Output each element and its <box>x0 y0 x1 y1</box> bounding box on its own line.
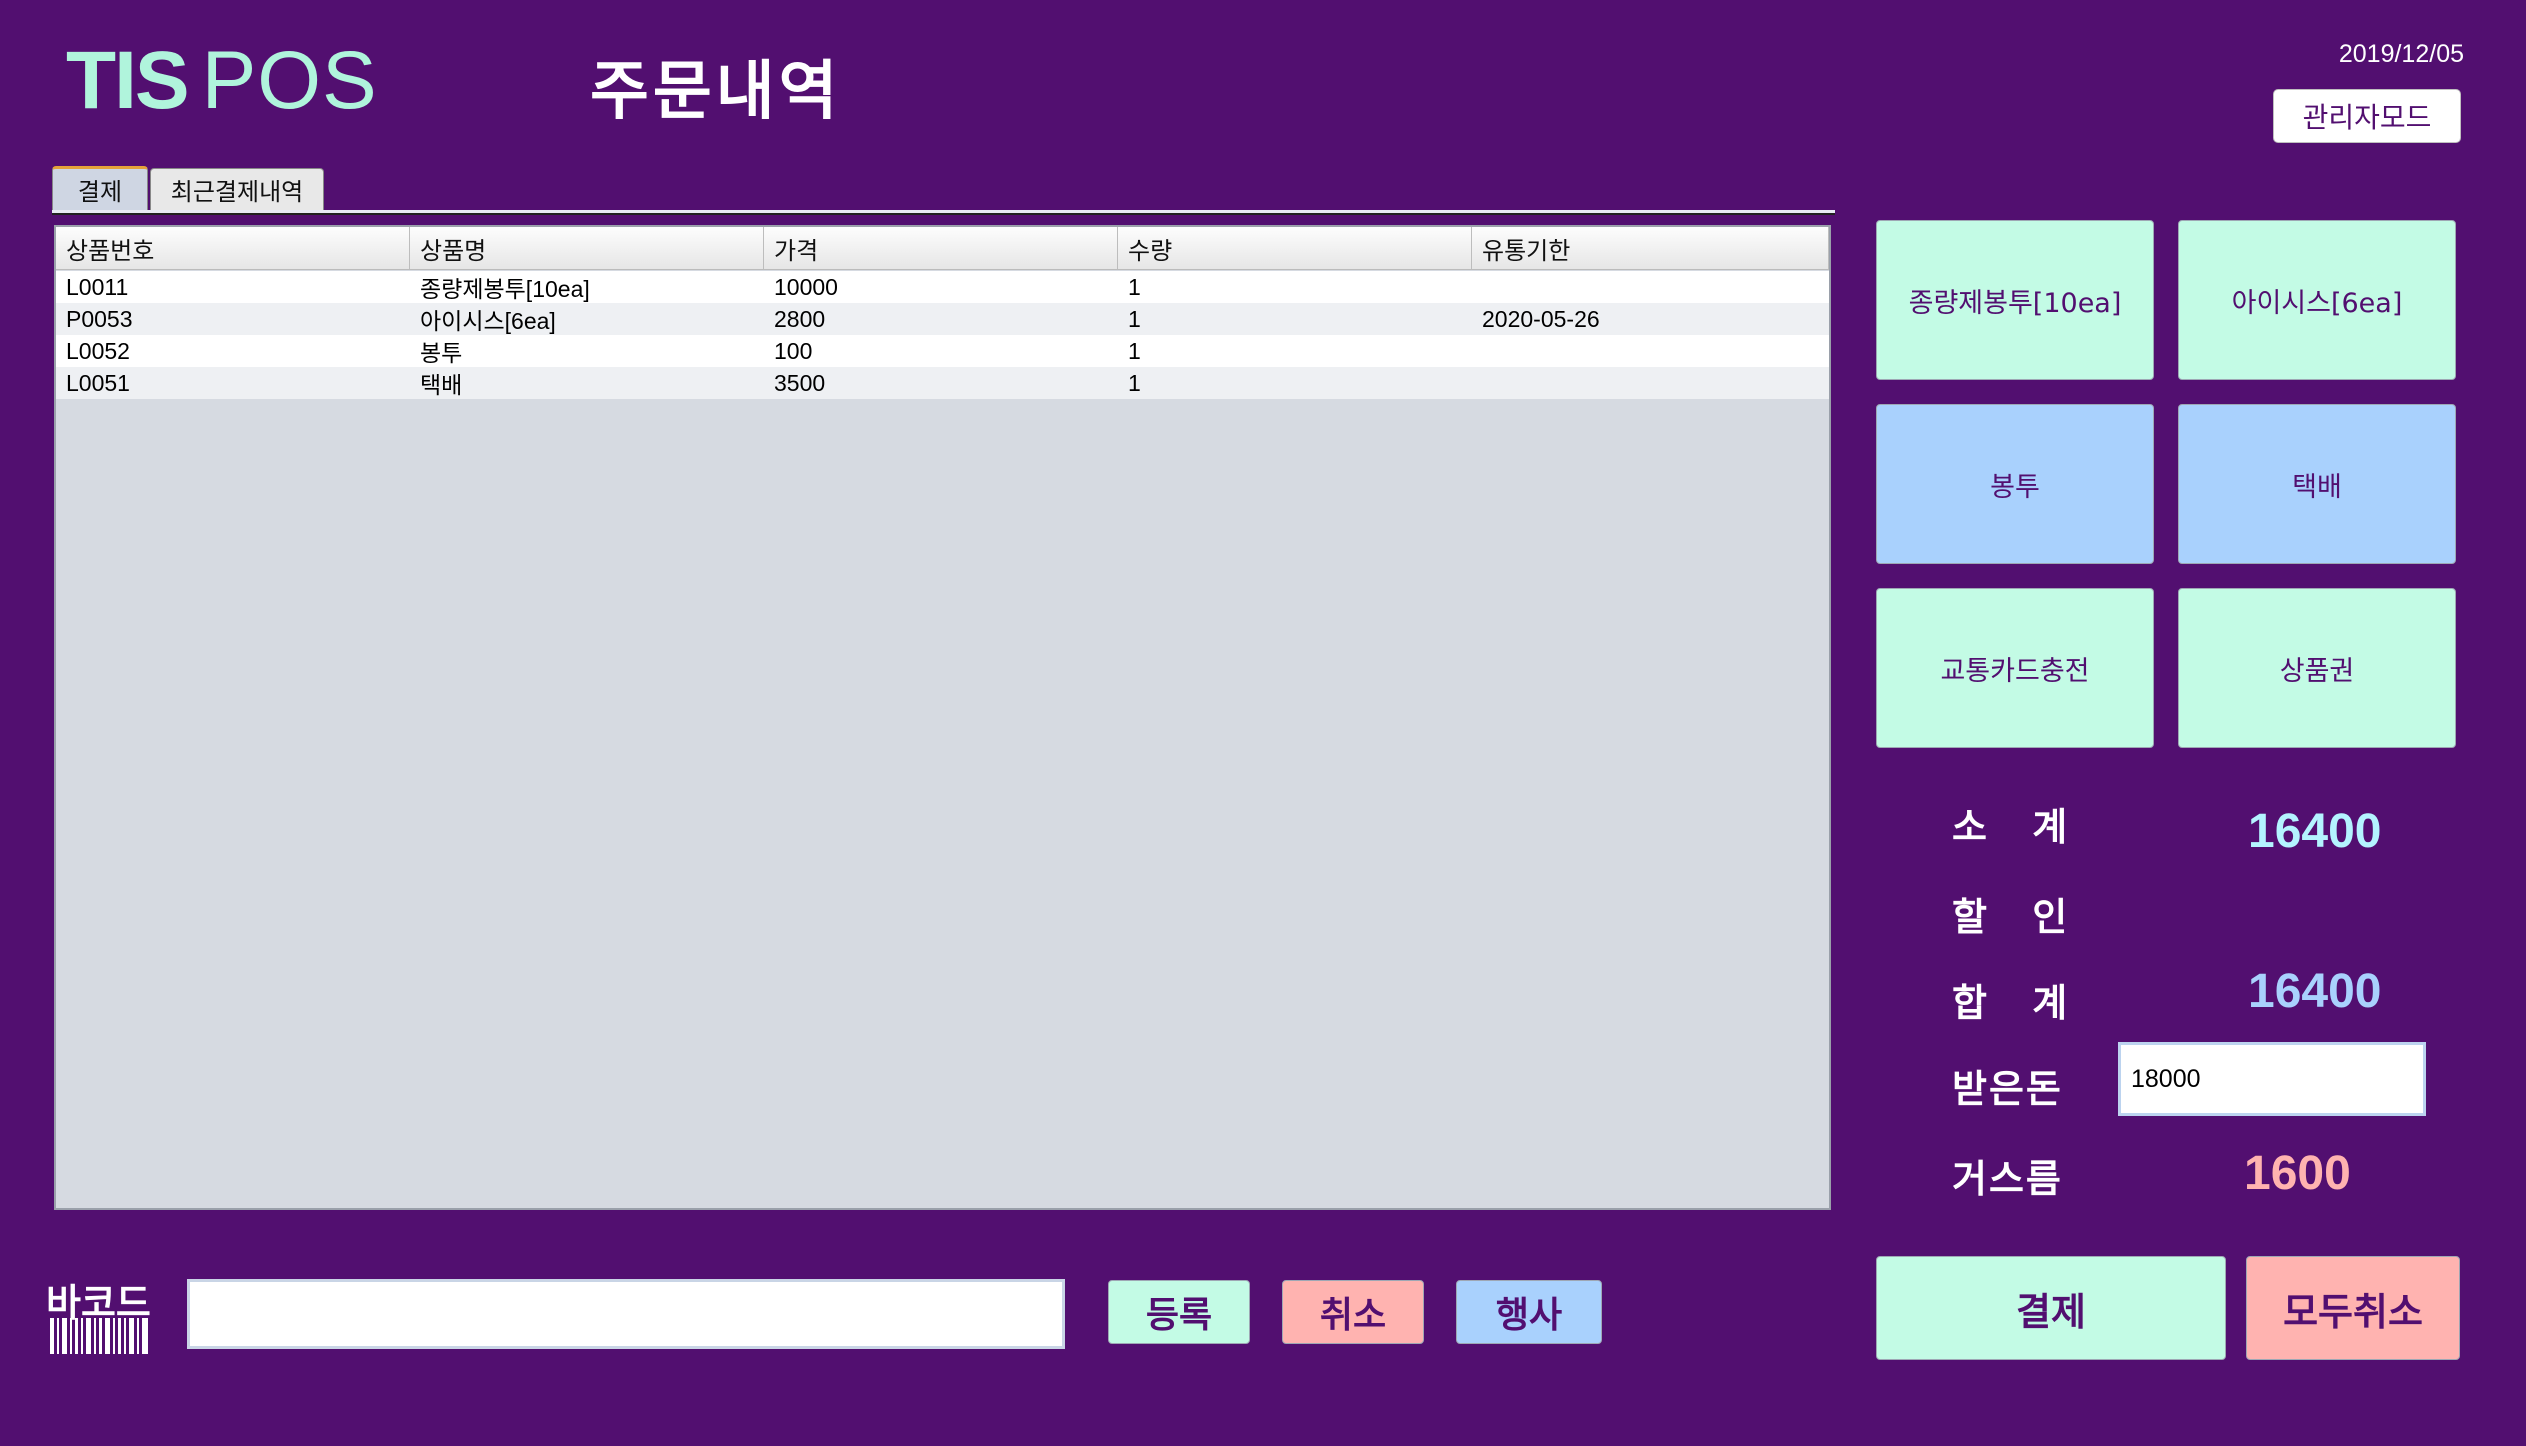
total-value: 16400 <box>2248 965 2382 1018</box>
column-header-quantity[interactable]: 수량 <box>1118 227 1472 269</box>
cell-quantity: 1 <box>1128 369 1141 396</box>
product-button-delivery[interactable]: 택배 <box>2178 404 2456 564</box>
cell-product-name: 택배 <box>420 372 463 398</box>
table-row[interactable]: L0051 택배 3500 1 <box>56 367 1829 399</box>
tab-divider <box>52 210 1835 215</box>
change-label: 거스름 <box>1952 1157 2063 1201</box>
table-row[interactable]: L0052 봉투 100 1 <box>56 335 1829 367</box>
cell-price: 2800 <box>774 305 826 332</box>
column-header-product-name[interactable]: 상품명 <box>410 227 764 269</box>
product-button-transit-card[interactable]: 교통카드충전 <box>1876 588 2154 748</box>
table-row[interactable]: L0011 종량제봉투[10ea] 10000 1 <box>56 271 1829 303</box>
cell-quantity: 1 <box>1128 337 1141 364</box>
cell-quantity: 1 <box>1128 305 1141 332</box>
cell-product-name: 아이시스[6ea] <box>420 308 556 334</box>
table-header: 상품번호 상품명 가격 수량 유통기한 <box>56 227 1829 270</box>
received-amount-input[interactable] <box>2118 1042 2426 1116</box>
logo-pos-text: POS <box>201 35 378 126</box>
page-title: 주문내역 <box>590 55 842 129</box>
subtotal-value: 16400 <box>2248 805 2382 858</box>
received-label: 받은돈 <box>1952 1067 2063 1111</box>
discount-label: 할 인 <box>1952 895 2070 939</box>
cell-price: 100 <box>774 337 813 364</box>
cell-product-name: 봉투 <box>420 340 463 366</box>
tab-recent-payments[interactable]: 최근결제내역 <box>150 168 324 210</box>
app-logo: TIS POS <box>66 34 378 126</box>
order-table: 상품번호 상품명 가격 수량 유통기한 L0011 종량제봉투[10ea] 10… <box>54 225 1831 1210</box>
cell-product-id: P0053 <box>66 305 133 332</box>
cell-product-id: L0051 <box>66 369 130 396</box>
logo-tis-text: TIS <box>66 35 190 126</box>
subtotal-label: 소 계 <box>1952 805 2070 849</box>
cell-expiry: 2020-05-26 <box>1482 305 1600 332</box>
product-button-gift-card[interactable]: 상품권 <box>2178 588 2456 748</box>
cell-price: 3500 <box>774 369 826 396</box>
tab-payment[interactable]: 결제 <box>52 166 148 210</box>
register-button[interactable]: 등록 <box>1108 1280 1250 1344</box>
total-label: 합 계 <box>1952 981 2070 1025</box>
change-value: 1600 <box>2244 1147 2351 1200</box>
event-button[interactable]: 행사 <box>1456 1280 1602 1344</box>
column-header-product-id[interactable]: 상품번호 <box>56 227 410 269</box>
admin-mode-button[interactable]: 관리자모드 <box>2273 89 2461 143</box>
cell-price: 10000 <box>774 273 838 300</box>
column-header-price[interactable]: 가격 <box>764 227 1118 269</box>
cancel-all-button[interactable]: 모두취소 <box>2246 1256 2460 1360</box>
barcode-icon <box>50 1318 148 1354</box>
tab-bar: 결제 최근결제내역 <box>52 166 326 210</box>
barcode-input[interactable] <box>187 1279 1065 1349</box>
table-row[interactable]: P0053 아이시스[6ea] 2800 1 2020-05-26 <box>56 303 1829 335</box>
cell-product-id: L0052 <box>66 337 130 364</box>
current-date: 2019/12/05 <box>2338 40 2464 68</box>
product-button-trash-bag[interactable]: 종량제봉투[10ea] <box>1876 220 2154 380</box>
cancel-button[interactable]: 취소 <box>1282 1280 1424 1344</box>
cell-product-id: L0011 <box>66 273 129 300</box>
column-header-expiry[interactable]: 유통기한 <box>1472 227 1829 269</box>
table-body: L0011 종량제봉투[10ea] 10000 1 P0053 아이시스[6ea… <box>56 271 1829 399</box>
cell-product-name: 종량제봉투[10ea] <box>420 276 590 302</box>
cell-quantity: 1 <box>1128 273 1141 300</box>
product-button-bag[interactable]: 봉투 <box>1876 404 2154 564</box>
product-button-isis[interactable]: 아이시스[6ea] <box>2178 220 2456 380</box>
pay-button[interactable]: 결제 <box>1876 1256 2226 1360</box>
